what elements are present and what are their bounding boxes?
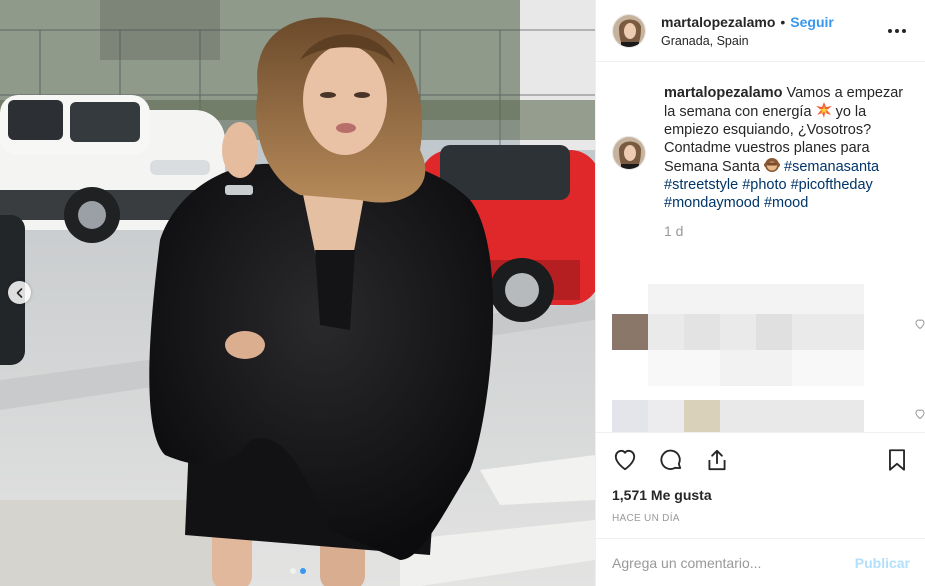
hashtag-link[interactable]: #photo — [742, 177, 786, 193]
header-text: martalopezalamo • Seguir Granada, Spain — [661, 14, 885, 48]
caption-author-avatar[interactable] — [612, 136, 646, 170]
post-header: martalopezalamo • Seguir Granada, Spain — [596, 0, 925, 62]
comments-area[interactable]: martalopezalamo Vamos a empezar la seman… — [596, 62, 925, 432]
instagram-post: martalopezalamo • Seguir Granada, Spain — [0, 0, 925, 586]
post-caption: martalopezalamo Vamos a empezar la seman… — [612, 84, 909, 240]
street-photo-scene — [0, 0, 595, 586]
post-location[interactable]: Granada, Spain — [661, 34, 885, 48]
carousel-indicator — [0, 568, 595, 574]
carousel-dot-active — [299, 568, 306, 574]
caption-body: martalopezalamo Vamos a empezar la seman… — [664, 84, 909, 240]
hashtag-link[interactable]: #picoftheday — [791, 177, 873, 193]
blur-cell — [648, 284, 864, 314]
follow-button[interactable]: Seguir — [790, 14, 834, 30]
action-icons-row — [612, 445, 910, 475]
blur-cell — [720, 350, 792, 386]
hashtag-link[interactable]: #mood — [764, 195, 808, 211]
more-options-icon[interactable] — [885, 28, 909, 33]
author-avatar[interactable] — [612, 13, 646, 48]
post-photo[interactable] — [0, 0, 595, 586]
avatar-image — [613, 14, 645, 47]
blur-cell — [720, 400, 864, 432]
blur-cell — [684, 400, 720, 432]
comment-button[interactable] — [658, 447, 684, 473]
carousel-prev-button[interactable] — [8, 281, 31, 304]
comment-like-heart-icon[interactable] — [914, 408, 925, 420]
comment-input[interactable] — [612, 554, 855, 571]
hashtag-link[interactable]: #streetstyle — [664, 177, 738, 193]
author-username[interactable]: martalopezalamo — [661, 14, 775, 30]
publish-button[interactable]: Publicar — [855, 555, 910, 571]
comment-like-heart-icon[interactable] — [914, 318, 925, 330]
post-timestamp[interactable]: HACE UN DÍA — [612, 513, 910, 524]
header-title-line: martalopezalamo • Seguir — [661, 14, 885, 30]
collision-emoji-icon — [815, 102, 832, 118]
post-actions: 1,571 Me gusta HACE UN DÍA — [596, 432, 925, 524]
monkey-emoji-icon — [763, 158, 780, 172]
heart-icon — [614, 449, 636, 471]
carousel-dot — [289, 568, 296, 574]
add-comment-bar: Publicar — [596, 538, 925, 586]
likes-count[interactable]: 1,571 Me gusta — [612, 487, 910, 503]
blurred-comment — [612, 284, 925, 392]
hashtag-link[interactable]: #semanasanta — [784, 159, 879, 175]
post-side-panel: martalopezalamo • Seguir Granada, Spain — [595, 0, 925, 586]
blur-cell — [612, 400, 648, 432]
save-button[interactable] — [884, 447, 910, 473]
share-button[interactable] — [704, 447, 730, 473]
blurred-comment — [612, 400, 925, 432]
separator-bullet: • — [780, 13, 786, 30]
blurred-avatar — [612, 314, 648, 350]
caption-relative-time[interactable]: 1 d — [664, 222, 909, 240]
blur-cell — [648, 400, 684, 432]
chevron-left-icon — [16, 287, 22, 298]
blur-cell — [684, 314, 720, 350]
like-button[interactable] — [612, 447, 638, 473]
blur-cell — [756, 314, 792, 350]
hashtag-link[interactable]: #mondaymood — [664, 195, 760, 211]
comment-icon — [660, 449, 682, 470]
caption-username[interactable]: martalopezalamo — [664, 85, 782, 101]
avatar-image — [613, 137, 645, 169]
bookmark-icon — [889, 449, 905, 471]
share-icon — [708, 449, 726, 471]
